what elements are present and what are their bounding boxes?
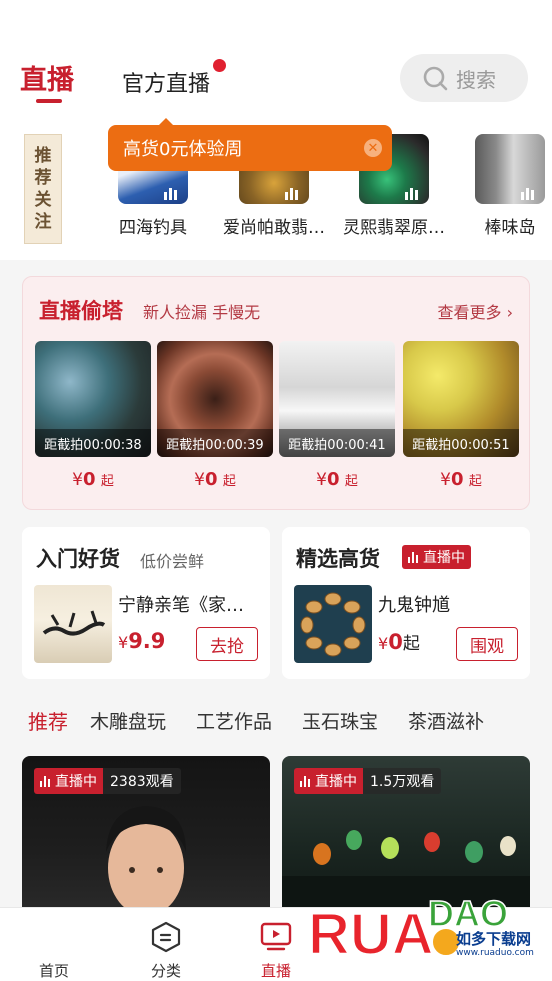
top-header: 直播 官方直播 搜索	[0, 0, 552, 112]
entry-goods-card[interactable]: 入门好货 低价尝鲜 宁静亲笔《家… ¥9.9 去抢	[22, 527, 270, 679]
live-bars-icon	[408, 551, 418, 563]
follow-item[interactable]: 棒味岛	[470, 134, 550, 238]
tab-official-live[interactable]: 官方直播	[122, 66, 210, 98]
watch-button[interactable]: 围观	[456, 627, 518, 661]
active-tab-indicator	[36, 99, 62, 103]
search-label: 搜索	[456, 67, 496, 92]
grab-button[interactable]: 去抢	[196, 627, 258, 661]
watermark-url: www.ruaduo.com	[456, 948, 534, 958]
tooltip-text: 高货0元体验周	[123, 139, 243, 160]
tab-recommend[interactable]: 推荐	[28, 706, 68, 735]
promo-title: 精选高货	[296, 546, 380, 571]
lot-price: ¥0 起	[72, 469, 114, 490]
tab-category[interactable]: 玉石珠宝	[302, 707, 378, 734]
shop-name: 四海钓具	[119, 218, 187, 238]
shop-name: 棒味岛	[484, 218, 536, 238]
lot-countdown: 距截拍00:00:41	[279, 429, 395, 457]
notification-dot	[213, 59, 226, 72]
auction-lot[interactable]: 距截拍00:00:41 ¥0 起	[279, 341, 395, 490]
live-bars-icon	[521, 186, 539, 200]
site-watermark: RUA DAO 如多下载网 www.ruaduo.com	[306, 886, 538, 968]
watermark-name: 如多下载网	[456, 930, 532, 948]
premium-goods-card[interactable]: 精选高货 直播中 九鬼钟馗 ¥0起 围观	[282, 527, 530, 679]
lot-image: 距截拍00:00:51	[403, 341, 519, 457]
promo-title: 入门好货	[36, 546, 120, 571]
auction-subtitle: 新人捡漏 手慢无	[143, 303, 261, 322]
shop-avatar	[475, 134, 545, 204]
see-more-link[interactable]: 查看更多 ›	[438, 299, 514, 323]
auction-card: 直播偷塔 新人捡漏 手慢无 查看更多 › 距截拍00:00:38 ¥0 起 距截…	[22, 276, 530, 510]
auction-lot[interactable]: 距截拍00:00:51 ¥0 起	[403, 341, 519, 490]
search-button[interactable]: 搜索	[400, 54, 528, 102]
tab-category[interactable]: 木雕盘玩	[90, 707, 166, 734]
lot-countdown: 距截拍00:00:39	[157, 429, 273, 457]
product-price: ¥0起	[378, 630, 420, 654]
auction-lot[interactable]: 距截拍00:00:38 ¥0 起	[35, 341, 151, 490]
viewer-count: 1.5万观看	[363, 768, 442, 794]
calligraphy-icon	[42, 610, 106, 636]
live-bars-icon	[405, 186, 423, 200]
search-icon	[423, 66, 448, 91]
product-price: ¥9.9	[118, 629, 166, 653]
product-image	[294, 585, 372, 663]
lot-image: 距截拍00:00:41	[279, 341, 395, 457]
close-icon[interactable]: ✕	[364, 139, 382, 157]
shop-name: 灵熙翡翠原…	[343, 218, 445, 238]
category-tabs: 推荐 木雕盘玩 工艺作品 玉石珠宝 茶酒滋补	[0, 696, 552, 744]
lot-image: 距截拍00:00:38	[35, 341, 151, 457]
live-bars-icon	[40, 775, 50, 787]
product-name: 宁静亲笔《家…	[118, 595, 244, 616]
product-image	[34, 585, 112, 663]
live-bars-icon	[300, 775, 310, 787]
live-status-tag: 直播中 2383观看	[34, 768, 181, 794]
live-stream-card[interactable]: 直播中 2383观看	[22, 756, 270, 916]
shop-name: 爱尚帕敢翡…	[223, 218, 325, 238]
category-icon	[136, 920, 196, 954]
lot-price: ¥0 起	[194, 469, 236, 490]
lot-countdown: 距截拍00:00:51	[403, 429, 519, 457]
live-status-tag: 直播中 1.5万观看	[294, 768, 442, 794]
live-page: 直播 官方直播 搜索 推 荐 关 注 四海钓具 爱尚帕敢翡… 灵熙翡翠原… 棒味…	[0, 0, 552, 981]
promo-subtitle: 低价尝鲜	[140, 552, 205, 571]
svg-text:RUA: RUA	[308, 902, 434, 967]
auction-lot[interactable]: 距截拍00:00:39 ¥0 起	[157, 341, 273, 490]
lot-price: ¥0 起	[316, 469, 358, 490]
viewer-count: 2383观看	[103, 768, 181, 794]
lot-image: 距截拍00:00:39	[157, 341, 273, 457]
live-bars-icon	[285, 186, 303, 200]
bead-bracelet-icon	[300, 592, 366, 657]
promo-tooltip[interactable]: 高货0元体验周 ✕	[108, 125, 392, 171]
auction-title: 直播偷塔	[39, 298, 123, 323]
nav-home[interactable]: 首页	[24, 920, 84, 981]
lot-price: ¥0 起	[440, 469, 482, 490]
tab-category[interactable]: 茶酒滋补	[408, 707, 484, 734]
live-bars-icon	[164, 186, 182, 200]
lot-countdown: 距截拍00:00:38	[35, 429, 151, 457]
nav-live[interactable]: 直播	[246, 920, 306, 981]
live-badge: 直播中	[402, 545, 471, 569]
home-icon	[24, 920, 84, 954]
recommended-follow-tag: 推 荐 关 注	[24, 134, 62, 244]
tab-live[interactable]: 直播	[20, 58, 74, 97]
tab-category[interactable]: 工艺作品	[196, 707, 272, 734]
product-name: 九鬼钟馗	[378, 595, 450, 616]
nav-category[interactable]: 分类	[136, 920, 196, 981]
live-tv-icon	[246, 920, 306, 954]
